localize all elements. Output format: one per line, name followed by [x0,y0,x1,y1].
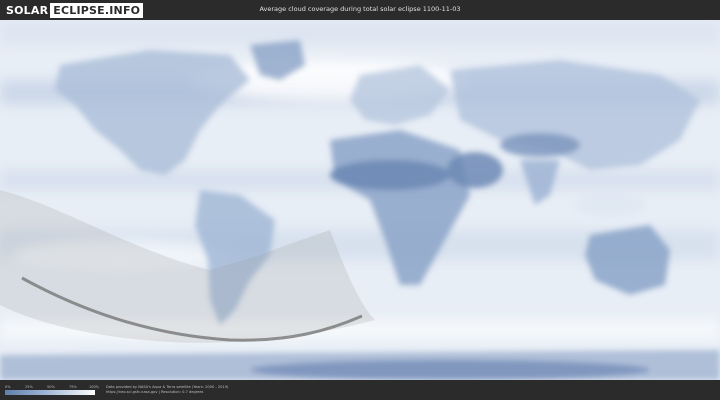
logo-solar-text: SOLAR [6,3,49,17]
site-logo[interactable]: SOLAR ECLIPSE.INFO [6,2,144,18]
page-title: Average cloud coverage during total sola… [259,5,461,13]
world-map-svg [0,20,720,380]
footer-bar: 0% 25% 50% 75% 100% Data provided by NAS… [0,380,720,400]
legend-tick-0: 0% [5,385,11,389]
credit-line-2: https://neo.sci.gsfc.nasa.gov | Resoluti… [106,390,204,394]
cloud-legend: 0% 25% 50% 75% 100% [5,385,99,397]
logo-eclipse-text: ECLIPSE.INFO [50,2,144,18]
legend-tick-100: 100% [89,385,100,389]
data-credits: Data provided by NASA's Aqua & Terra sat… [106,385,228,395]
legend-gradient-bar [5,390,95,395]
legend-tick-25: 25% [25,385,33,389]
legend-tick-75: 75% [69,385,77,389]
cloud-coverage-map [0,20,720,380]
header-bar: SOLAR ECLIPSE.INFO Average cloud coverag… [0,0,720,20]
legend-tick-50: 50% [47,385,55,389]
